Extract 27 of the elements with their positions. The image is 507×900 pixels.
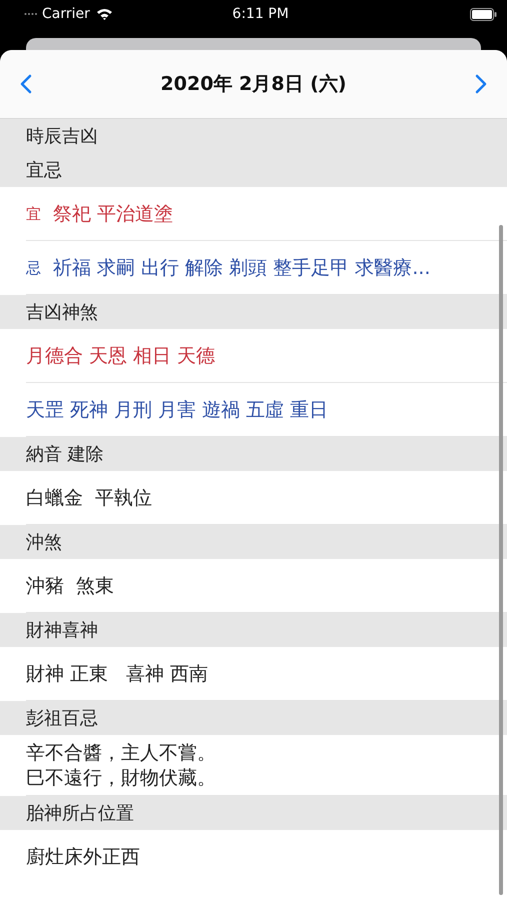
row-text: 祈福 求嗣 出行 解除 剃頭 整手足甲 求醫療... [53,256,430,281]
section-header: 宜忌 [0,153,507,187]
battery-icon [470,8,497,20]
signal-dots-icon [24,12,38,16]
tag-label: 宜 [26,204,41,224]
section-header: 彭祖百忌 [0,701,507,735]
tag-label: 忌 [26,258,41,278]
section-header: 納音 建除 [0,437,507,471]
date-title: 2020年 2月8日 (六) [160,72,346,97]
row-text: 財神 正東 喜神 西南 [26,662,208,687]
section-header: 沖煞 [0,525,507,559]
row-text: 白蠟金 平執位 [26,486,152,511]
row-text: 廚灶床外正西 [26,845,140,870]
section-header: 時辰吉凶 [0,119,507,153]
row-text: 沖豬 煞東 [26,574,114,599]
wifi-icon [96,8,113,20]
status-time: 6:11 PM [232,6,289,22]
row-text: 祭祀 平治道塗 [53,202,174,227]
chevron-right-icon [474,74,487,94]
section-header: 胎神所占位置 [0,796,507,830]
section-header: 財神喜神 [0,613,507,647]
carrier-name: Carrier [42,6,90,22]
row-text: 天罡 死神 月刑 月害 遊禍 五虛 重日 [26,398,328,423]
row-text: 辛不合醬，主人不嘗。 巳不遠行，財物伏藏。 [26,741,216,791]
chevron-left-icon [20,74,32,94]
section-header: 吉凶神煞 [0,295,507,329]
row-text: 月德合 天恩 相日 天德 [26,344,216,369]
